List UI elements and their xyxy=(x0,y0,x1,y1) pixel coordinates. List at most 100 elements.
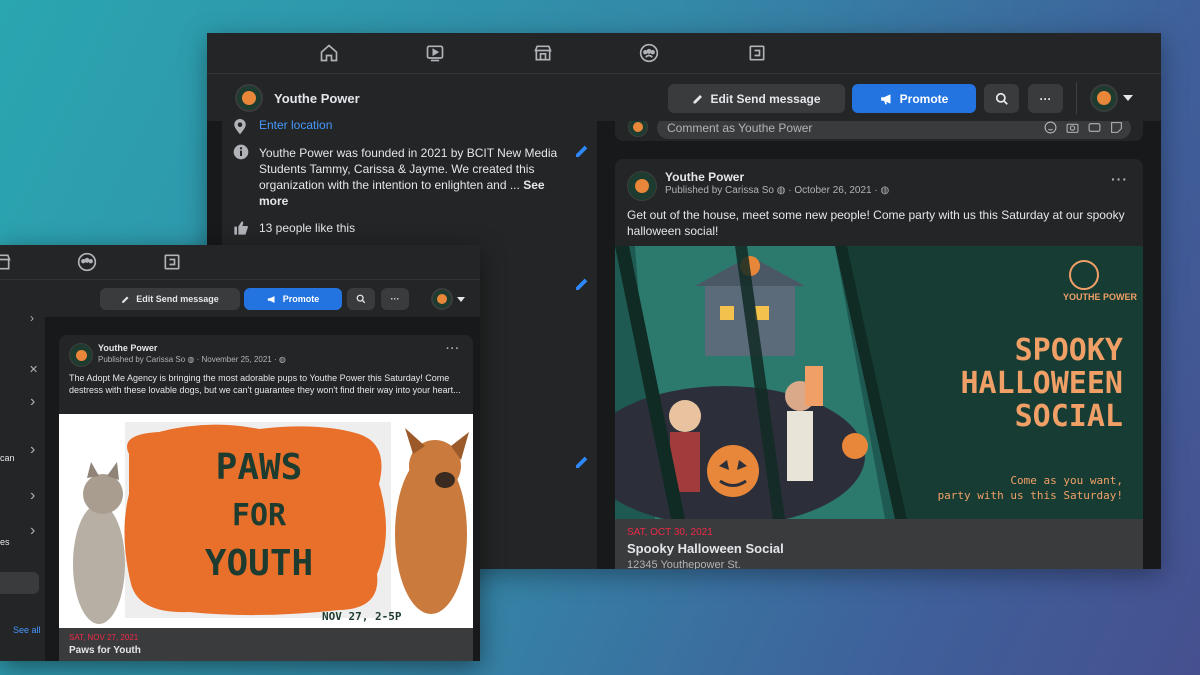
post-date[interactable]: October 26, 2021 xyxy=(794,185,871,196)
gaming-icon[interactable] xyxy=(745,41,769,65)
paws-poster-title: PAWS FOR YOUTH xyxy=(169,444,349,588)
likes-count: 13 people like this xyxy=(259,221,356,235)
post-author-avatar[interactable] xyxy=(69,343,93,367)
home-icon[interactable] xyxy=(317,41,341,65)
post-publisher: Published by Carissa So xyxy=(665,185,774,196)
megaphone-icon xyxy=(267,295,275,303)
marketplace-icon[interactable] xyxy=(531,41,555,65)
edit-description-icon[interactable] xyxy=(574,143,590,159)
promote-label: Promote xyxy=(282,294,320,304)
truncated-text: es xyxy=(0,537,10,547)
post-body: The Adopt Me Agency is bringing the most… xyxy=(69,373,461,395)
sticker-icon[interactable] xyxy=(1110,121,1123,134)
location-pin-icon xyxy=(234,119,246,135)
comment-input[interactable]: Comment as Youthe Power xyxy=(657,121,1131,139)
promote-button[interactable]: Promote xyxy=(852,84,976,113)
post-author[interactable]: Youthe Power xyxy=(665,170,744,184)
gaming-icon[interactable] xyxy=(160,250,184,274)
event-address: 12345 Youthepower St. xyxy=(627,559,741,569)
comment-tools xyxy=(1044,121,1123,134)
sidebar-button[interactable] xyxy=(0,572,39,594)
more-dots-icon: ··· xyxy=(390,294,400,304)
edit-send-message-button[interactable]: Edit Send message xyxy=(668,84,845,113)
halloween-post: Youthe Power Published by Carissa So ◍ ·… xyxy=(615,159,1143,569)
brand-label: YOUTHE POWER xyxy=(1063,292,1138,302)
post-meta: Published by Carissa So ◍ · November 25,… xyxy=(98,355,286,364)
paws-post: Youthe Power Published by Carissa So ◍ ·… xyxy=(59,335,473,661)
post-publisher: Published by Carissa So xyxy=(98,355,186,364)
watch-icon[interactable] xyxy=(423,41,447,65)
poster-title-line: SOCIAL xyxy=(1014,399,1123,434)
post-author-avatar[interactable] xyxy=(627,171,657,201)
truncated-text: can xyxy=(0,453,15,463)
event-date: SAT, OCT 30, 2021 xyxy=(627,527,713,538)
divider xyxy=(1076,82,1077,114)
see-all-link[interactable]: See all xyxy=(13,625,41,635)
search-button[interactable] xyxy=(347,288,375,310)
page-header-bar: Edit Send message Promote ··· xyxy=(0,279,480,317)
top-navigation xyxy=(0,245,480,279)
account-menu-caret-icon[interactable] xyxy=(457,297,465,302)
camera-icon[interactable] xyxy=(1066,121,1079,134)
account-menu-caret-icon[interactable] xyxy=(1123,95,1133,101)
marketplace-icon[interactable] xyxy=(0,250,14,274)
paws-poster-date: NOV 27, 2-5P xyxy=(322,610,402,623)
event-details[interactable]: SAT, NOV 27, 2021 Paws for Youth xyxy=(59,628,473,661)
search-icon xyxy=(995,92,1008,105)
chevron-right-icon[interactable]: › xyxy=(30,393,35,411)
poster-title-line: PAWS xyxy=(215,447,303,488)
secondary-facebook-window: Edit Send message Promote ··· › ✕ › › ca… xyxy=(0,245,480,661)
event-poster-subtitle: Come as you want, party with us this Sat… xyxy=(938,473,1123,503)
top-navigation xyxy=(207,33,1161,73)
paws-event-image[interactable]: PAWS FOR YOUTH NOV 27, 2-5P xyxy=(59,414,473,628)
event-title[interactable]: Paws for Youth xyxy=(69,645,141,656)
location-link[interactable]: Enter location xyxy=(259,118,332,132)
globe-icon: ◍ xyxy=(278,355,286,364)
search-button[interactable] xyxy=(984,84,1019,113)
comment-placeholder: Comment as Youthe Power xyxy=(667,121,813,135)
left-sidebar-partial: › ✕ › › can › › es See all xyxy=(0,311,45,661)
promote-label: Promote xyxy=(899,91,949,106)
post-meta: Published by Carissa So ◍ · October 26, … xyxy=(665,185,890,196)
page-header-bar: Youthe Power Edit Send message Promote ·… xyxy=(207,73,1161,121)
post-body: Get out of the house, meet some new peop… xyxy=(627,208,1125,238)
pencil-icon xyxy=(122,296,129,303)
poster-sub-line: party with us this Saturday! xyxy=(937,489,1123,502)
emoji-icon[interactable] xyxy=(1044,121,1057,134)
edit-send-label: Edit Send message xyxy=(136,294,219,304)
close-icon[interactable]: ✕ xyxy=(29,363,38,376)
page-description: Youthe Power was founded in 2021 by BCIT… xyxy=(259,145,559,209)
halloween-event-image[interactable]: YOUTHE POWER SPOOKY HALLOWEEN SOCIAL Com… xyxy=(615,246,1143,519)
account-avatar[interactable] xyxy=(1090,84,1118,112)
edit-icon[interactable] xyxy=(574,276,590,292)
page-logo[interactable] xyxy=(235,84,263,112)
more-options-button[interactable]: ··· xyxy=(1028,84,1063,113)
gif-icon[interactable] xyxy=(1088,121,1101,134)
chevron-right-icon[interactable]: › xyxy=(30,311,34,325)
promote-button[interactable]: Promote xyxy=(244,288,342,310)
event-title[interactable]: Spooky Halloween Social xyxy=(627,541,784,556)
edit-send-message-button[interactable]: Edit Send message xyxy=(100,288,240,310)
search-icon xyxy=(356,294,366,304)
more-dots-icon: ··· xyxy=(1039,91,1052,106)
account-avatar[interactable] xyxy=(431,288,453,310)
post-date[interactable]: November 25, 2021 xyxy=(201,355,271,364)
more-options-button[interactable]: ··· xyxy=(381,288,409,310)
post-options-icon[interactable]: ··· xyxy=(1111,171,1128,187)
poster-title-line: FOR xyxy=(231,498,287,533)
groups-icon[interactable] xyxy=(637,41,661,65)
post-options-icon[interactable]: ··· xyxy=(446,343,460,355)
description-text: Youthe Power was founded in 2021 by BCIT… xyxy=(259,146,558,192)
chevron-right-icon[interactable]: › xyxy=(30,441,35,459)
groups-icon[interactable] xyxy=(75,250,99,274)
page-name[interactable]: Youthe Power xyxy=(274,91,360,106)
globe-icon: ◍ xyxy=(880,185,890,196)
commenter-avatar xyxy=(628,121,648,137)
edit-icon[interactable] xyxy=(574,454,590,470)
poster-sub-line: Come as you want, xyxy=(1010,474,1123,487)
event-details[interactable]: SAT, OCT 30, 2021 Spooky Halloween Socia… xyxy=(615,519,1143,569)
post-author[interactable]: Youthe Power xyxy=(98,343,157,353)
chevron-right-icon[interactable]: › xyxy=(30,522,35,540)
chevron-right-icon[interactable]: › xyxy=(30,487,35,505)
poster-title-line: YOUTH xyxy=(204,543,314,584)
